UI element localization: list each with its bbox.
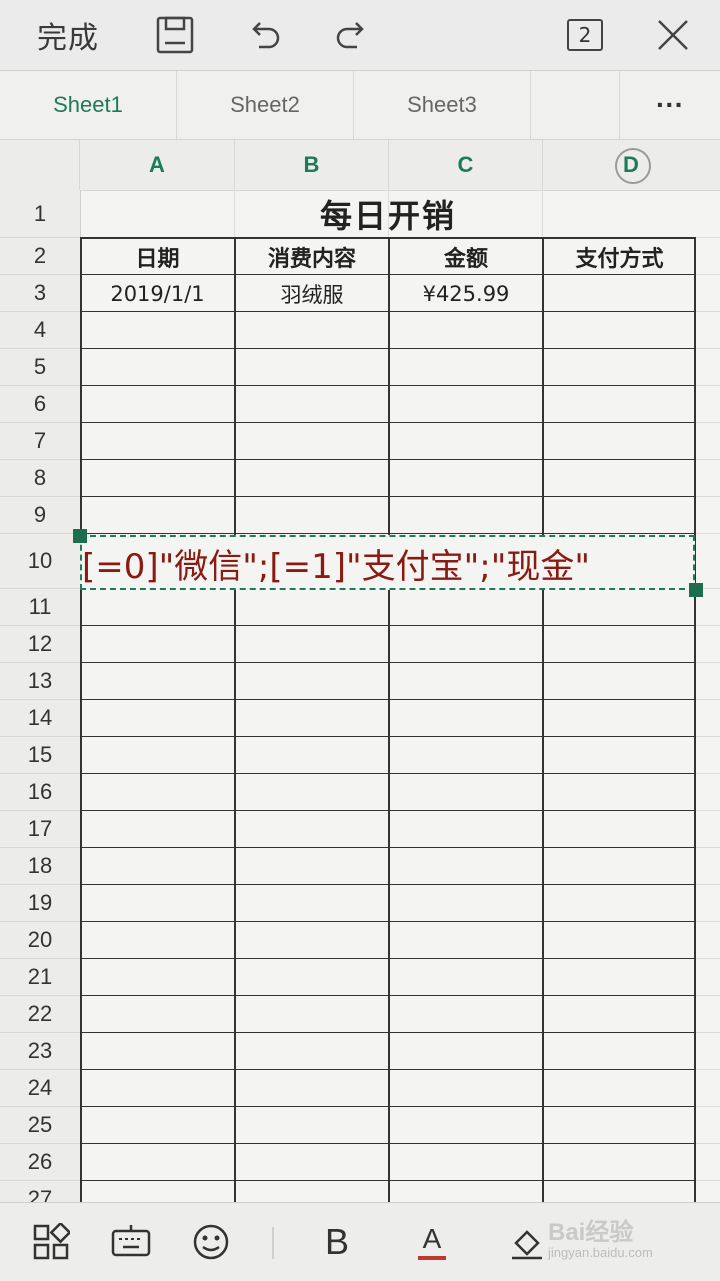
keyboard-button[interactable] <box>104 1203 158 1281</box>
redo-button[interactable] <box>326 0 376 70</box>
row-header-1[interactable]: 1 <box>0 190 80 238</box>
font-color-button[interactable]: A <box>405 1203 459 1281</box>
row-header-3[interactable]: 3 <box>0 275 80 312</box>
row-header-19[interactable]: 19 <box>0 885 80 922</box>
row-header-26[interactable]: 26 <box>0 1144 80 1181</box>
row-header-7[interactable]: 7 <box>0 423 80 460</box>
data-cell-d3[interactable] <box>543 275 696 312</box>
window-count-button[interactable]: 2 <box>560 0 610 70</box>
row-header-6[interactable]: 6 <box>0 386 80 423</box>
more-tabs-button[interactable]: ··· <box>620 71 720 139</box>
row-header-4[interactable]: 4 <box>0 312 80 349</box>
row-header-12[interactable]: 12 <box>0 626 80 663</box>
bold-button[interactable]: B <box>310 1203 364 1281</box>
selection-handle-top-left[interactable] <box>73 529 87 543</box>
header-cell-content[interactable]: 消费内容 <box>235 238 389 275</box>
row-header-14[interactable]: 14 <box>0 700 80 737</box>
sheet-title-cell[interactable]: 每日开销 <box>80 190 696 238</box>
data-cell-a3[interactable]: 2019/1/1 <box>80 275 235 312</box>
row-header-9[interactable]: 9 <box>0 497 80 534</box>
apps-icon <box>33 1223 70 1260</box>
row-header-10[interactable]: 10 <box>0 534 80 589</box>
tab-sheet1[interactable]: Sheet1 <box>0 71 177 139</box>
fill-color-button[interactable] <box>500 1203 554 1281</box>
column-header-d[interactable]: D <box>543 140 719 190</box>
header-cell-date[interactable]: 日期 <box>80 238 235 275</box>
row-header-13[interactable]: 13 <box>0 663 80 700</box>
row-header-5[interactable]: 5 <box>0 349 80 386</box>
font-color-swatch <box>418 1256 446 1260</box>
row-header-23[interactable]: 23 <box>0 1033 80 1070</box>
row-header-2[interactable]: 2 <box>0 238 80 275</box>
top-toolbar: 完成 2 <box>0 0 720 71</box>
select-all-corner[interactable] <box>0 140 80 190</box>
undo-button[interactable] <box>240 0 290 70</box>
baidu-jingyan-watermark: Bai经验 jingyan.baidu.com <box>548 1219 653 1260</box>
save-icon <box>156 16 194 54</box>
row-header-11[interactable]: 11 <box>0 589 80 626</box>
fill-color-icon <box>512 1230 542 1260</box>
row-header: 1 2 3 4 5 6 7 8 9 10 11 12 13 14 15 16 17 18 19 20 21 22 23 24 2… <box>0 190 81 1202</box>
apps-button[interactable] <box>24 1203 78 1281</box>
row-header-25[interactable]: 25 <box>0 1107 80 1144</box>
tab-sheet3[interactable]: Sheet3 <box>354 71 531 139</box>
emoji-button[interactable] <box>184 1203 238 1281</box>
column-header-b[interactable]: B <box>235 140 389 190</box>
toolbar-divider <box>272 1227 274 1259</box>
row-header-15[interactable]: 15 <box>0 737 80 774</box>
row-header-24[interactable]: 24 <box>0 1070 80 1107</box>
row-header-16[interactable]: 16 <box>0 774 80 811</box>
column-header-a[interactable]: A <box>80 140 235 190</box>
selection-handle-bottom-right[interactable] <box>689 583 703 597</box>
tab-sheet2[interactable]: Sheet2 <box>177 71 354 139</box>
row-header-8[interactable]: 8 <box>0 460 80 497</box>
done-button[interactable]: 完成 <box>18 0 118 70</box>
emoji-icon <box>193 1224 229 1260</box>
data-cell-b3[interactable]: 羽绒服 <box>235 275 389 312</box>
data-cell-c3[interactable]: ¥425.99 <box>389 275 543 312</box>
spreadsheet-grid[interactable]: A B C D 1 2 3 4 5 6 7 8 9 10 11 12 13 14 15 16 17 18 19 20 2… <box>0 140 720 1202</box>
header-cell-amount[interactable]: 金额 <box>389 238 543 275</box>
window-count-badge: 2 <box>567 19 603 51</box>
font-color-icon: A <box>422 1223 442 1254</box>
tab-empty[interactable] <box>531 71 620 139</box>
header-cell-payment[interactable]: 支付方式 <box>543 238 696 275</box>
undo-icon <box>252 22 280 49</box>
touch-indicator-icon <box>615 148 651 184</box>
row-header-17[interactable]: 17 <box>0 811 80 848</box>
row-header-21[interactable]: 21 <box>0 959 80 996</box>
row-header-27[interactable]: 27 <box>0 1181 80 1202</box>
row-header-20[interactable]: 20 <box>0 922 80 959</box>
column-header-c[interactable]: C <box>389 140 543 190</box>
row-header-18[interactable]: 18 <box>0 848 80 885</box>
redo-icon <box>336 22 364 49</box>
bold-icon: B <box>324 1221 349 1262</box>
save-button[interactable] <box>150 0 200 70</box>
column-header: A B C D <box>0 140 720 191</box>
close-icon <box>658 20 688 50</box>
keyboard-icon <box>111 1225 151 1257</box>
editing-cell-text[interactable]: [=0]"微信";[=1]"支付宝";"现金" <box>82 537 590 589</box>
close-button[interactable] <box>648 0 698 70</box>
sheet-tabs: Sheet1 Sheet2 Sheet3 ··· <box>0 71 720 140</box>
row-header-22[interactable]: 22 <box>0 996 80 1033</box>
